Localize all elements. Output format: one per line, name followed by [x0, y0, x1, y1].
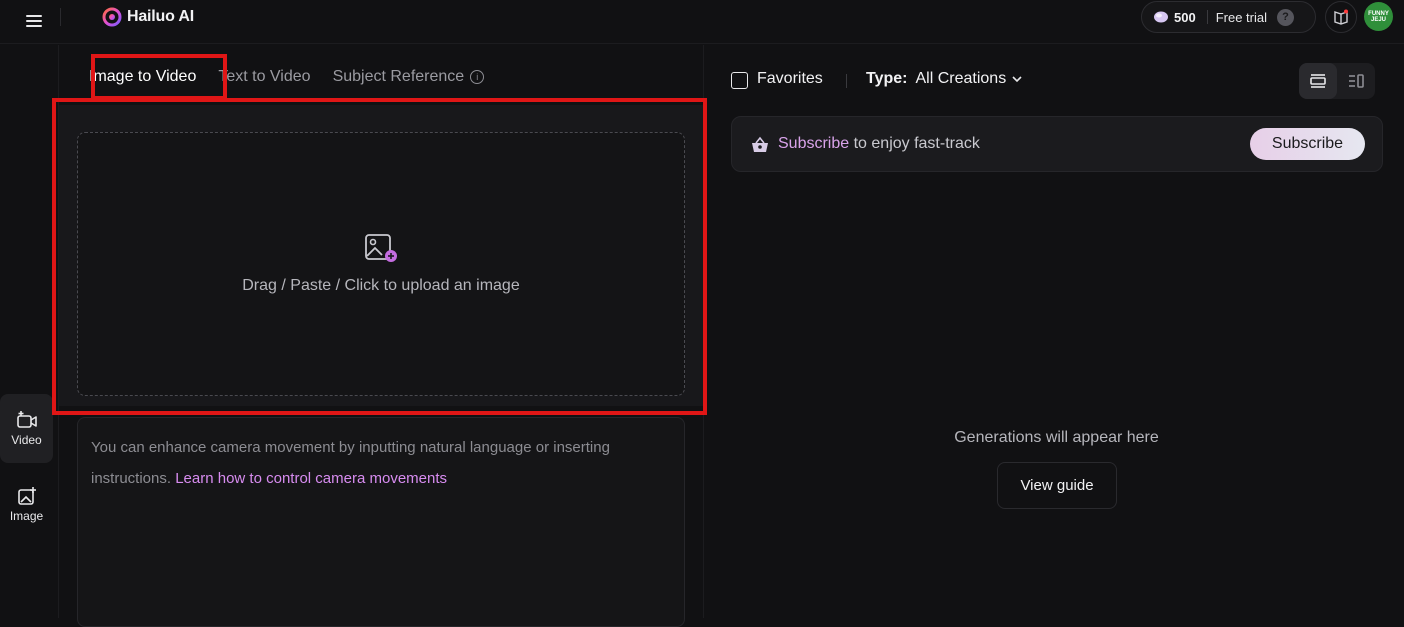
empty-state-text: Generations will appear here — [954, 429, 1159, 446]
rail-item-image[interactable]: Image — [0, 470, 53, 539]
crown-basket-icon — [752, 136, 768, 152]
image-plus-icon — [17, 487, 36, 505]
subscribe-banner: Subscribe to enjoy fast-track Subscribe — [731, 116, 1383, 172]
subscribe-highlight: Subscribe — [778, 135, 850, 152]
type-value: All Creations — [915, 70, 1007, 87]
credits-count: 500 — [1174, 9, 1196, 25]
subscribe-button[interactable]: Subscribe — [1250, 128, 1365, 160]
info-icon[interactable]: i — [470, 70, 485, 84]
tab-text-to-video[interactable]: Text to Video — [218, 68, 310, 86]
logo-text: Hailuo AI — [127, 8, 194, 25]
topbar-divider — [60, 8, 61, 26]
chevron-down-icon — [1012, 76, 1022, 83]
camera-movement-link[interactable]: Learn how to control camera movements — [175, 470, 447, 487]
tab-label: Subject Reference — [332, 68, 465, 85]
list-view-button[interactable] — [1299, 63, 1337, 99]
view-guide-button[interactable]: View guide — [997, 462, 1117, 509]
subscribe-rest: to enjoy fast-track — [849, 135, 980, 152]
book-button[interactable] — [1325, 1, 1357, 33]
hailuo-logo-icon — [102, 7, 122, 27]
favorites-label[interactable]: Favorites — [757, 70, 823, 88]
image-upload-icon — [365, 234, 397, 262]
detail-view-icon — [1349, 74, 1364, 88]
pill-divider — [1206, 10, 1208, 24]
rail-item-label: Video — [11, 433, 42, 447]
view-toggle — [1299, 63, 1375, 99]
credits-gem-icon — [1154, 11, 1168, 23]
list-view-icon — [1310, 74, 1326, 88]
rail-item-label: Image — [9, 509, 44, 523]
detail-view-button[interactable] — [1337, 63, 1375, 99]
help-icon[interactable]: ? — [1277, 8, 1294, 26]
menu-icon[interactable] — [24, 10, 46, 32]
type-label: Type: — [866, 70, 908, 87]
tab-subject-reference[interactable]: Subject Reference i — [333, 68, 485, 86]
prompt-textarea[interactable]: You can enhance camera movement by input… — [77, 417, 685, 627]
upload-instructions: Drag / Paste / Click to upload an image — [242, 277, 520, 294]
free-trial-link[interactable]: Free trial — [1216, 10, 1267, 25]
book-icon — [1334, 9, 1348, 25]
upload-card: Drag / Paste / Click to upload an image — [59, 105, 704, 466]
video-plus-icon — [16, 411, 37, 428]
filter-divider — [846, 74, 847, 88]
create-panel: Image to Video Text to Video Subject Ref… — [59, 45, 704, 627]
rail-item-video[interactable]: Video — [0, 394, 53, 463]
avatar[interactable]: FUNNY JEJU — [1364, 2, 1393, 31]
subscribe-message: Subscribe to enjoy fast-track — [778, 135, 980, 153]
favorites-checkbox[interactable] — [731, 72, 748, 89]
credits-pill[interactable]: 500 Free trial ? — [1141, 1, 1316, 33]
results-panel: Favorites Type: All Creations Subscribe … — [705, 45, 1404, 618]
mode-tabs: Image to Video Text to Video Subject Ref… — [89, 66, 485, 88]
type-filter-dropdown[interactable]: Type: All Creations — [866, 70, 1023, 88]
top-bar: Hailuo AI 500 Free trial ? FUNNY JEJU — [0, 0, 1404, 44]
image-upload-dropzone[interactable]: Drag / Paste / Click to upload an image — [77, 132, 685, 396]
tab-image-to-video[interactable]: Image to Video — [89, 68, 196, 86]
logo[interactable]: Hailuo AI — [102, 7, 194, 27]
left-rail: Video Image — [0, 45, 59, 618]
